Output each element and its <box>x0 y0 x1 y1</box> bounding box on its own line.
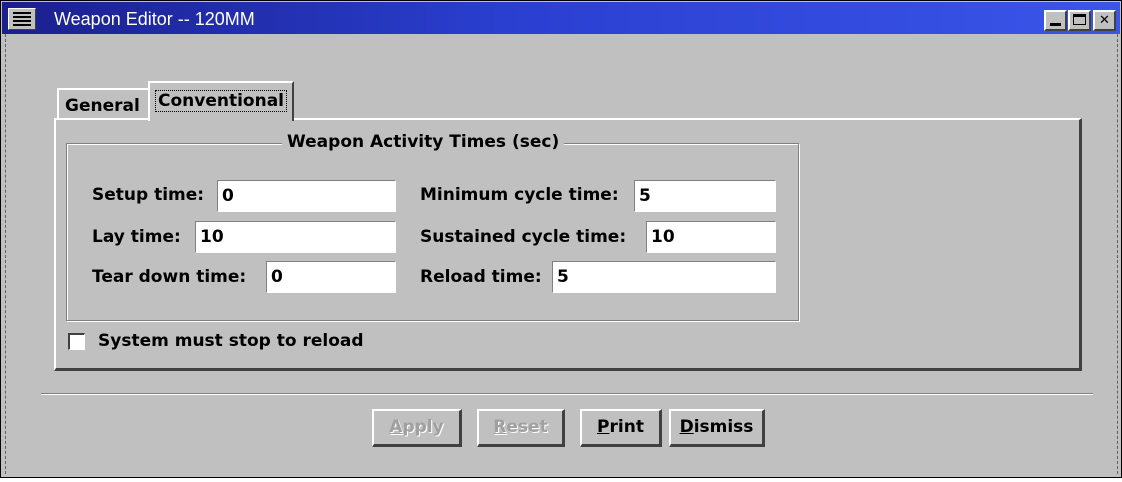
reload-time-label: Reload time: <box>420 267 542 287</box>
reset-button[interactable]: Reset <box>477 409 565 447</box>
tab-general[interactable]: General <box>57 88 150 120</box>
apply-button[interactable]: Apply <box>372 409 462 447</box>
tab-conventional-label: Conventional <box>155 90 288 112</box>
system-menu-icon[interactable] <box>8 8 36 30</box>
button-separator <box>41 393 1093 395</box>
title-bar[interactable]: Weapon Editor -- 120MM ✕ <box>2 2 1120 34</box>
stop-to-reload-label[interactable]: System must stop to reload <box>98 331 364 351</box>
maximize-glyph <box>1073 14 1086 25</box>
lay-time-input[interactable]: 10 <box>195 221 396 253</box>
apply-button-label: pply <box>402 417 444 437</box>
system-menu-lines <box>13 12 31 26</box>
dismiss-button-label: ismiss <box>693 417 754 437</box>
tear-down-time-label: Tear down time: <box>92 267 247 287</box>
sustained-cycle-time-label: Sustained cycle time: <box>420 227 627 247</box>
dismiss-button-mnemonic: D <box>679 417 694 437</box>
stop-to-reload-checkbox[interactable] <box>68 333 85 350</box>
tear-down-time-input[interactable]: 0 <box>266 261 396 293</box>
weapon-editor-window: Weapon Editor -- 120MM ✕ General Convent… <box>0 0 1122 478</box>
sustained-cycle-time-input[interactable]: 10 <box>646 221 776 253</box>
close-icon[interactable]: ✕ <box>1093 10 1116 31</box>
tab-general-label: General <box>65 96 140 116</box>
minimize-icon[interactable] <box>1044 10 1067 31</box>
apply-button-mnemonic: A <box>389 417 403 437</box>
print-button-label: rint <box>609 417 644 437</box>
reset-button-mnemonic: R <box>493 417 507 437</box>
setup-time-input[interactable]: 0 <box>217 180 396 212</box>
reload-time-input[interactable]: 5 <box>552 261 776 293</box>
bottom-margin <box>0 478 1122 482</box>
tab-conventional[interactable]: Conventional <box>148 81 294 121</box>
window-title: Weapon Editor -- 120MM <box>54 9 255 29</box>
print-button-mnemonic: P <box>597 417 610 437</box>
lay-time-label: Lay time: <box>92 227 181 247</box>
group-title: Weapon Activity Times (sec) <box>282 132 565 152</box>
minimize-glyph <box>1050 23 1061 26</box>
reset-button-label: eset <box>506 417 548 437</box>
print-button[interactable]: Print <box>580 409 662 447</box>
maximize-icon[interactable] <box>1068 10 1091 31</box>
minimum-cycle-time-label: Minimum cycle time: <box>420 185 619 205</box>
setup-time-label: Setup time: <box>92 185 205 205</box>
minimum-cycle-time-input[interactable]: 5 <box>634 180 776 212</box>
dismiss-button[interactable]: Dismiss <box>669 409 765 447</box>
window-frame-left <box>5 34 7 474</box>
window-frame-right <box>1117 34 1119 474</box>
